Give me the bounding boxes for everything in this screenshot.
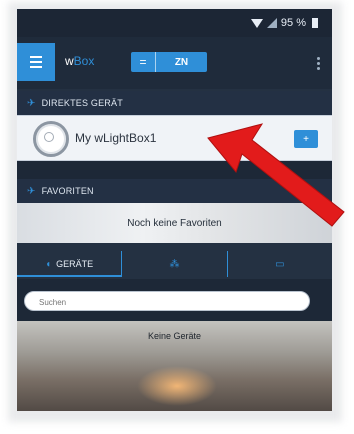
equals-icon: =	[131, 52, 156, 72]
pin-icon: ✈	[27, 185, 36, 197]
signal-icon	[266, 18, 277, 28]
more-options-icon[interactable]	[317, 57, 320, 72]
favorites-title: FAVORITEN	[41, 186, 94, 196]
app-bar: wBox = ZN	[17, 37, 332, 89]
status-bar: 95 %	[17, 9, 332, 37]
tab-groups[interactable]: ⁂	[121, 251, 226, 277]
direct-device-title: DIREKTES GERÄT	[41, 98, 123, 108]
scene-icon: ▭	[275, 258, 285, 270]
mode-toggle[interactable]: = ZN	[131, 52, 207, 72]
search-bar	[17, 279, 332, 321]
device-icon: ◖	[45, 258, 52, 270]
app-logo: wBox	[65, 54, 95, 68]
tab-devices[interactable]: ◖ GERÄTE	[17, 251, 122, 277]
menu-button[interactable]	[17, 43, 55, 81]
pin-icon: ✈	[27, 97, 36, 109]
search-input[interactable]	[37, 292, 311, 313]
tab-scenes[interactable]: ▭	[226, 251, 332, 277]
battery-icon	[312, 18, 318, 28]
wifi-icon	[250, 18, 263, 28]
search-field[interactable]	[24, 291, 311, 313]
light-device-icon	[33, 121, 69, 157]
red-arrow-annotation	[207, 123, 345, 227]
group-icon: ⁂	[169, 258, 180, 270]
battery-percentage: 95 %	[280, 17, 306, 29]
device-name: My wLightBox1	[75, 131, 157, 145]
direct-device-header: ✈ DIREKTES GERÄT	[17, 91, 332, 115]
devices-empty-text: Keine Geräte	[147, 331, 202, 341]
hamburger-icon	[30, 56, 42, 68]
mode-toggle-label: ZN	[174, 56, 189, 68]
device-tabs: ◖ GERÄTE ⁂ ▭	[17, 251, 332, 277]
tab-devices-label: GERÄTE	[56, 259, 94, 269]
